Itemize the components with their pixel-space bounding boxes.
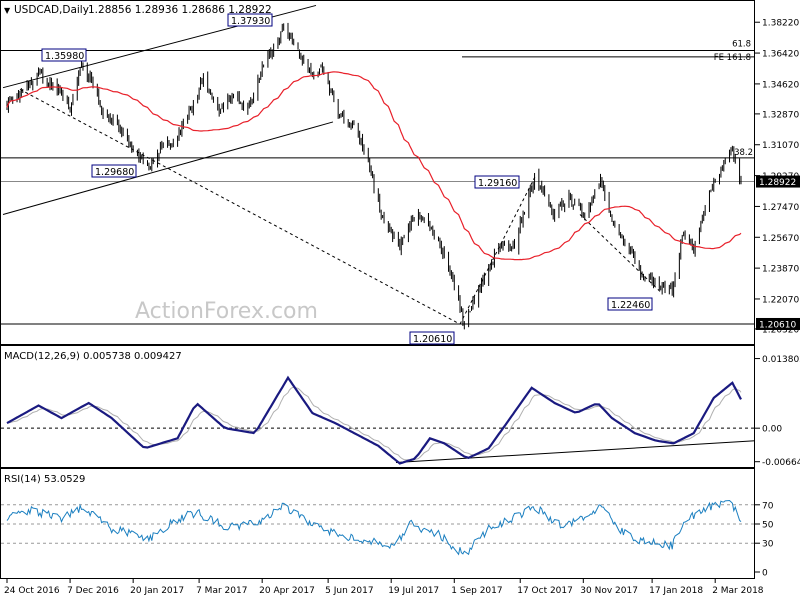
price-tick-label: 1.25670	[762, 234, 799, 244]
price-tick-label: 1.31070	[762, 141, 799, 151]
x-tick-label: 24 Oct 2016	[4, 586, 60, 596]
current-price-tag-label: 1.28922	[759, 178, 796, 188]
usdcad-chart: ActionForex.com ▼ USDCAD,Daily 1.28856 1…	[0, 0, 800, 600]
price-label-text: 1.29160	[478, 178, 517, 189]
price-label-text: 1.20610	[413, 334, 452, 345]
fe-161-8-label: FE 161.8	[714, 53, 751, 63]
price-tick-label: 1.34620	[762, 80, 799, 90]
x-tick-label: 17 Jan 2018	[649, 586, 703, 596]
price-tick-label: 1.36420	[762, 50, 799, 60]
price-label-text: 1.22460	[611, 300, 650, 311]
x-tick-label: 20 Jan 2017	[130, 586, 184, 596]
rsi-tick-label: 50	[762, 521, 774, 531]
fib-38-2-label: 38.2	[734, 148, 753, 158]
price-tick-label: 1.32870	[762, 110, 799, 120]
rsi-tick-label: 30	[762, 540, 774, 550]
fib-61-8-label: 61.8	[732, 39, 751, 49]
price-tick-label: 1.23870	[762, 265, 799, 275]
x-tick-label: 7 Dec 2016	[67, 586, 119, 596]
macd-title: MACD(12,26,9) 0.005738 0.009427	[4, 351, 182, 362]
x-tick-label: 17 Oct 2017	[517, 586, 573, 596]
x-tick-label: 5 Jun 2017	[325, 586, 373, 596]
price-tick-label: 1.22070	[762, 295, 799, 305]
macd-tick-label: 0.013802	[762, 355, 800, 365]
x-tick-label: 19 Jul 2017	[388, 586, 439, 596]
chart-symbol: USDCAD,Daily	[14, 4, 89, 16]
menu-glyph[interactable]: ▼	[4, 6, 11, 15]
price-label-text: 1.29680	[95, 167, 134, 178]
watermark: ActionForex.com	[135, 299, 318, 324]
macd-tick-label: 0.00	[762, 425, 782, 435]
rsi-tick-label: 70	[762, 501, 774, 511]
x-tick-label: 20 Apr 2017	[259, 586, 315, 596]
price-tick-label: 1.27470	[762, 203, 799, 213]
price-label-text: 1.35980	[45, 51, 84, 62]
low-price-tag-label: 1.20610	[759, 320, 796, 330]
x-tick-label: 30 Nov 2017	[580, 586, 638, 596]
rsi-tick-label: 0	[762, 569, 768, 579]
price-tick-label: 1.38220	[762, 19, 799, 29]
macd-tick-label: -0.006648	[762, 458, 800, 468]
x-tick-label: 1 Sep 2017	[451, 586, 502, 596]
rsi-title: RSI(14) 53.0529	[4, 474, 85, 485]
x-tick-label: 2 Mar 2018	[712, 586, 764, 596]
x-tick-label: 7 Mar 2017	[196, 586, 247, 596]
price-label-text: 1.37930	[231, 16, 270, 27]
